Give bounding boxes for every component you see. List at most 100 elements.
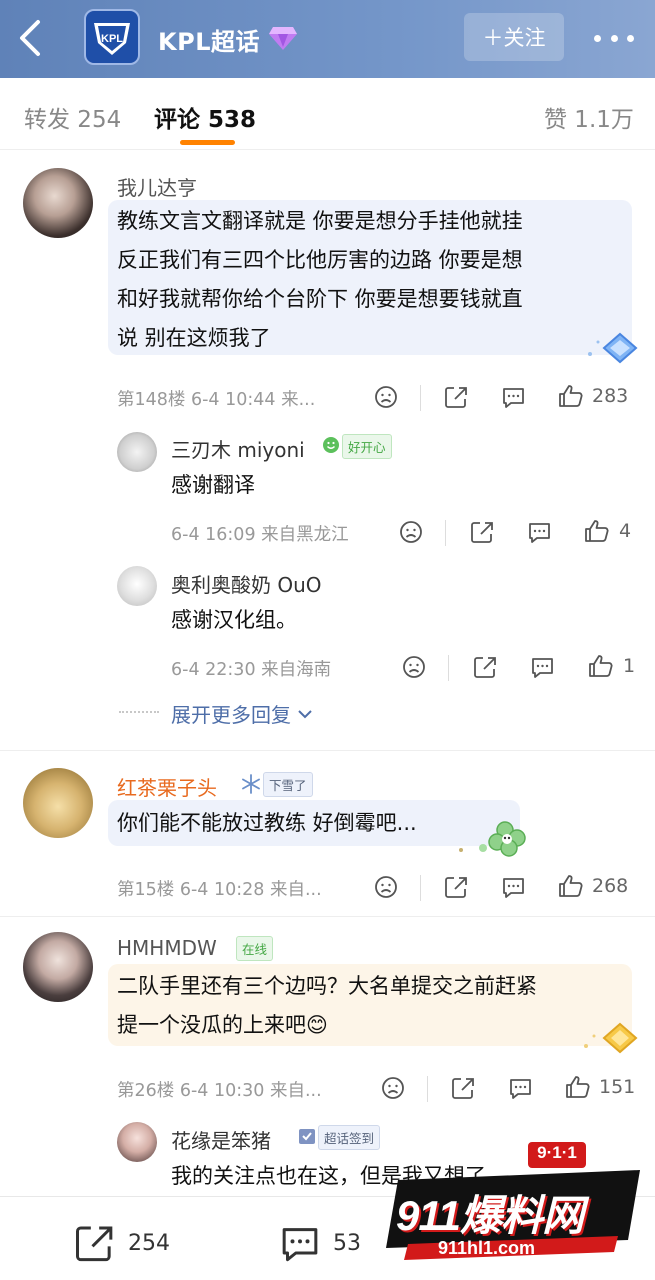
- more-icon-dot: [610, 34, 618, 42]
- action-divider: [448, 655, 449, 681]
- like-button[interactable]: 283: [558, 384, 628, 408]
- comment-text-line: 教练文言文翻译就是 你要是想分手挂他就挂: [117, 209, 523, 233]
- expand-replies-link[interactable]: 展开更多回复: [171, 699, 313, 728]
- logo-text: KPL: [101, 33, 123, 45]
- like-count: 1: [623, 655, 636, 677]
- comment-text-line: 你们能不能放过教练 好倒霉吧...: [117, 811, 417, 835]
- follow-button[interactable]: ＋关注: [464, 13, 564, 61]
- avatar[interactable]: [117, 432, 157, 472]
- reply-button[interactable]: [530, 655, 555, 679]
- smile-emoji: 😊: [306, 1013, 328, 1037]
- more-icon: [594, 34, 601, 42]
- user-badge: 在线: [236, 936, 274, 961]
- like-button[interactable]: 4: [584, 519, 631, 543]
- like-count: 4: [619, 520, 632, 542]
- comment-divider: [0, 916, 655, 917]
- comment-username[interactable]: 我儿达亨: [117, 172, 197, 201]
- comment-text-fragment: 提一个没瓜的上来吧: [117, 1013, 306, 1037]
- tab-likes[interactable]: 赞 1.1万: [544, 100, 634, 134]
- dislike-button[interactable]: [399, 520, 423, 544]
- comment-username[interactable]: HMHMDW: [117, 936, 217, 960]
- comment-icon: [503, 878, 524, 898]
- reply-button[interactable]: [508, 1076, 533, 1100]
- comment-meta: 第148楼 6-4 10:44 来...: [117, 390, 316, 410]
- smile-icon: [323, 437, 339, 453]
- repost-count: 254: [128, 1230, 170, 1256]
- share-button[interactable]: [444, 385, 469, 409]
- comment-icon: [503, 388, 524, 408]
- action-divider: [445, 520, 446, 546]
- dislike-face-icon: [403, 656, 425, 678]
- like-button[interactable]: 151: [565, 1075, 635, 1099]
- dislike-face-icon: [382, 1077, 404, 1099]
- back-icon: [20, 20, 40, 56]
- top-header: KPL KPL超话 ＋关注: [0, 0, 655, 78]
- checkin-icon: [299, 1129, 315, 1144]
- comment-text-line: 反正我们有三四个比他厉害的边路 你要是想: [117, 248, 523, 272]
- like-count: 268: [592, 875, 629, 897]
- comment-divider: [0, 750, 655, 751]
- reply-button[interactable]: [501, 875, 526, 899]
- comment-count: 53: [333, 1230, 361, 1256]
- comment-icon: [510, 1079, 531, 1099]
- share-icon: [76, 1226, 113, 1262]
- share-icon: [452, 1078, 474, 1099]
- reply-button[interactable]: [527, 520, 552, 544]
- comment-text-line: 二队手里还有三个边吗？大名单提交之前赶紧: [117, 974, 537, 998]
- like-button[interactable]: 268: [558, 874, 628, 898]
- thumbs-up-icon: [589, 655, 613, 677]
- tab-repost[interactable]: 转发 254: [24, 100, 121, 134]
- thumbs-up-icon: [585, 520, 609, 542]
- kpl-logo-icon: KPL: [94, 23, 130, 55]
- like-button[interactable]: 1: [588, 654, 635, 678]
- dislike-face-icon: [375, 386, 397, 408]
- share-button[interactable]: [473, 655, 498, 679]
- avatar[interactable]: [23, 168, 93, 238]
- more-icon-dot: [627, 34, 634, 42]
- active-tab-indicator: [180, 140, 235, 145]
- comment-count-button[interactable]: 53: [279, 1223, 361, 1263]
- comment-icon: [529, 523, 550, 543]
- reply-username[interactable]: 三刃木 miyoni: [171, 434, 305, 463]
- thumbs-up-icon: [566, 1076, 590, 1098]
- dislike-button[interactable]: [374, 385, 398, 409]
- user-badge: 下雪了: [263, 772, 313, 797]
- dislike-face-icon: [400, 521, 422, 543]
- dislike-button[interactable]: [402, 655, 426, 679]
- thumbs-up-icon: [559, 875, 583, 897]
- share-button[interactable]: [451, 1076, 476, 1100]
- reply-username[interactable]: 花缘是笨猪: [171, 1125, 271, 1154]
- more-button[interactable]: [594, 28, 634, 48]
- action-divider: [420, 875, 421, 901]
- reply-button[interactable]: [501, 385, 526, 409]
- expand-dots: [119, 711, 159, 713]
- expand-replies-label: 展开更多回复: [171, 703, 291, 727]
- dislike-button[interactable]: [381, 1076, 405, 1100]
- repost-button[interactable]: 254: [74, 1223, 170, 1263]
- comment-icon: [282, 1228, 318, 1262]
- avatar[interactable]: [23, 932, 93, 1002]
- action-divider: [420, 385, 421, 411]
- watermark-main: 911爆料网: [396, 1192, 584, 1239]
- thumbs-up-icon: [559, 385, 583, 407]
- comment-meta: 第26楼 6-4 10:30 来自...: [117, 1081, 322, 1101]
- clover-sticker-icon: [459, 821, 526, 857]
- kpl-logo[interactable]: KPL: [84, 9, 140, 65]
- gem-icon: [269, 27, 297, 50]
- snowflake-icon: [242, 774, 260, 794]
- diamond-sticker-icon: [588, 332, 638, 364]
- tab-comments[interactable]: 评论 538: [154, 100, 256, 134]
- avatar[interactable]: [117, 566, 157, 606]
- dislike-button[interactable]: [374, 875, 398, 899]
- reply-username[interactable]: 奥利奥酸奶 OuO: [171, 569, 322, 598]
- user-badge: 好开心: [342, 434, 392, 459]
- comment-username[interactable]: 红茶栗子头: [117, 772, 217, 801]
- watermark-logo: 9·1·1 911爆料网 911hl1.com: [378, 1140, 648, 1278]
- dislike-face-icon: [375, 876, 397, 898]
- share-button[interactable]: [444, 875, 469, 899]
- back-button[interactable]: [14, 18, 50, 58]
- avatar[interactable]: [117, 1122, 157, 1162]
- avatar[interactable]: [23, 768, 93, 838]
- share-button[interactable]: [470, 520, 495, 544]
- reply-meta: 6-4 22:30 来自海南: [171, 660, 332, 680]
